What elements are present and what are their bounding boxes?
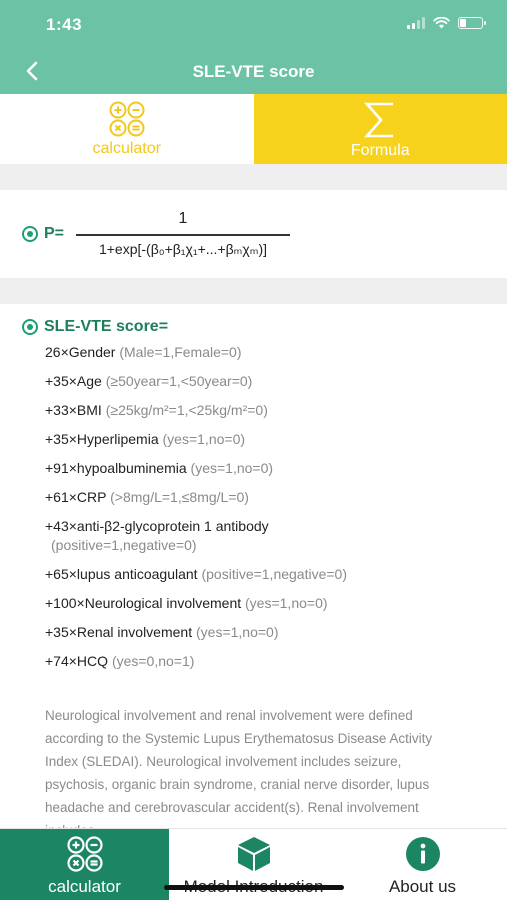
score-item: +74×HCQ (yes=0,no=1) (45, 653, 195, 669)
info-icon (405, 837, 440, 871)
status-bar: 1:43 (0, 0, 507, 50)
score-item: +61×CRP (>8mg/L=1,≤8mg/L=0) (45, 489, 249, 505)
score-item: +33×BMI (≥25kg/m²=1,<25kg/m²=0) (45, 402, 268, 418)
tab-formula[interactable]: Formula (253, 94, 507, 164)
section-divider (0, 164, 507, 190)
section-divider (0, 278, 507, 304)
cube-icon (237, 837, 270, 871)
formula-label: P= (22, 225, 64, 243)
status-time: 1:43 (46, 15, 83, 34)
bottom-tab-about-us-label: About us (388, 877, 457, 896)
formula-denominator: 1+exp[-(β₀+β₁χ₁+...+βₘχₘ)] (98, 240, 268, 257)
top-tab-bar: calculator Formula (0, 94, 507, 164)
page-title: SLE-VTE score (192, 62, 315, 81)
score-title: SLE-VTE score= (22, 318, 168, 336)
formula-label-text: P= (44, 225, 65, 242)
score-item: +91×hypoalbuminemia (yes=1,no=0) (45, 460, 274, 476)
bottom-tab-calculator[interactable]: calculator (0, 829, 169, 900)
tab-calculator[interactable]: calculator (0, 94, 254, 164)
bottom-tab-about-us[interactable]: About us (338, 829, 507, 900)
tab-formula-label: Formula (350, 142, 410, 159)
battery-icon (458, 17, 486, 29)
calculator-icon (66, 836, 103, 872)
calculator-icon (109, 101, 145, 137)
score-item: +35×Age (≥50year=1,<50year=0) (45, 373, 253, 389)
app-header: 1:43 SLE-VTE score (0, 0, 507, 94)
wifi-icon (433, 17, 450, 29)
formula-numerator: 1 (178, 210, 188, 227)
tab-calculator-label: calculator (92, 140, 161, 157)
nav-bar: SLE-VTE score (0, 50, 507, 94)
status-icons (407, 17, 486, 29)
bullet-icon (22, 319, 38, 335)
score-note: Neurological involvement and renal invol… (45, 708, 433, 828)
score-item-condition: (positive=1,negative=0) (51, 537, 197, 553)
score-item: 26×Gender (Male=1,Female=0) (45, 344, 242, 360)
score-item: +43×anti-β2-glycoprotein 1 antibody (45, 518, 269, 534)
score-item: +35×Renal involvement (yes=1,no=0) (45, 624, 279, 640)
bullet-icon (22, 226, 38, 242)
bottom-tab-calculator-label: calculator (48, 877, 121, 896)
fraction-bar (76, 234, 290, 236)
score-section: SLE-VTE score= 26×Gender (Male=1,Female=… (0, 304, 507, 828)
cellular-signal-icon (407, 17, 425, 29)
home-indicator[interactable] (164, 885, 344, 890)
score-item: +65×lupus anticoagulant (positive=1,nega… (45, 566, 348, 582)
score-item: +100×Neurological involvement (yes=1,no=… (45, 595, 328, 611)
sigma-icon (364, 102, 394, 138)
score-title-text: SLE-VTE score= (44, 318, 169, 335)
formula-section: P= 1 1+exp[-(β₀+β₁χ₁+...+βₘχₘ)] (0, 190, 507, 278)
formula-fraction: 1 1+exp[-(β₀+β₁χ₁+...+βₘχₘ)] (76, 210, 290, 258)
score-item: +35×Hyperlipemia (yes=1,no=0) (45, 431, 246, 447)
